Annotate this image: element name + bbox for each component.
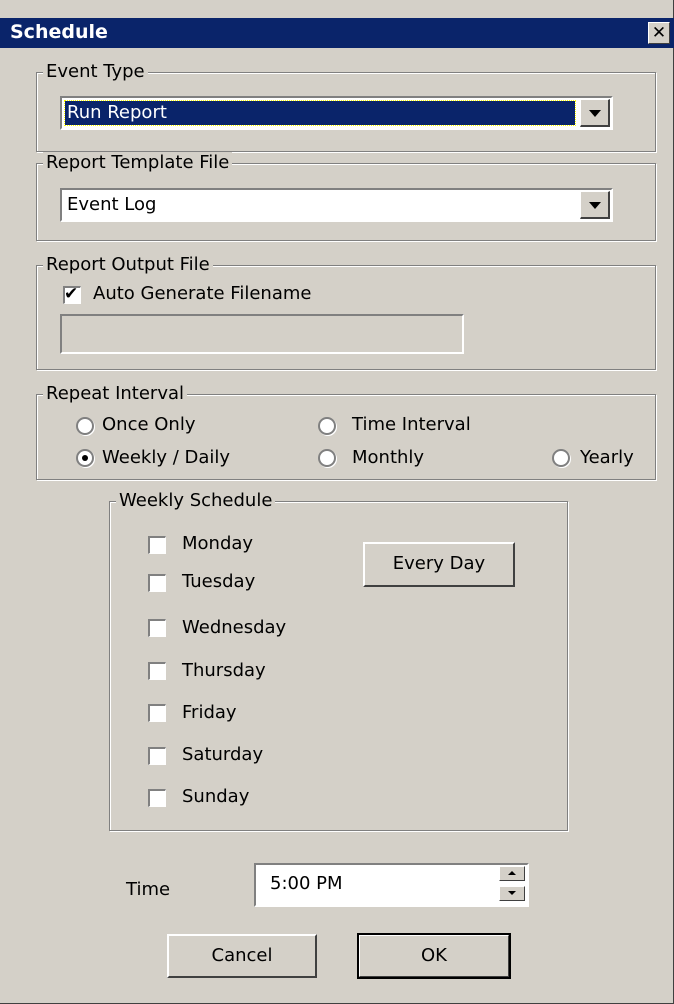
close-icon: ✕ [651,23,667,43]
event-type-value: Run Report [64,100,576,126]
time-spinner[interactable]: 5:00 PM [254,863,529,907]
wednesday-label[interactable]: Wednesday [182,617,286,639]
radio-weekly-daily[interactable] [76,449,94,467]
chevron-up-icon [508,871,516,875]
saturday-label[interactable]: Saturday [182,744,263,766]
weekly-schedule-legend: Weekly Schedule [116,490,276,512]
tuesday-label[interactable]: Tuesday [182,571,255,593]
once-only-label[interactable]: Once Only [102,414,196,436]
time-value[interactable]: 5:00 PM [270,873,343,895]
checkbox-friday[interactable] [148,704,166,722]
auto-generate-label[interactable]: Auto Generate Filename [93,283,311,305]
chevron-down-icon [589,202,601,209]
time-increment-button[interactable] [499,866,525,881]
radio-time-interval[interactable] [318,417,336,435]
friday-label[interactable]: Friday [182,702,237,724]
radio-selected-dot [82,455,88,461]
report-output-legend: Report Output File [43,254,213,276]
report-template-legend: Report Template File [43,152,233,174]
monthly-label[interactable]: Monthly [352,447,424,469]
radio-once-only[interactable] [76,417,94,435]
report-template-dropdown-button[interactable] [580,191,610,219]
monday-label[interactable]: Monday [182,533,253,555]
check-icon: ✔ [64,284,79,304]
checkbox-tuesday[interactable] [148,574,166,592]
chevron-down-icon [589,110,601,117]
report-template-value: Event Log [67,194,157,215]
yearly-label[interactable]: Yearly [580,447,634,469]
ok-button[interactable]: OK [357,933,511,979]
report-template-dropdown[interactable]: Event Log [60,188,613,222]
close-button[interactable]: ✕ [648,22,670,44]
cancel-button[interactable]: Cancel [167,934,317,978]
checkbox-wednesday[interactable] [148,619,166,637]
checkbox-thursday[interactable] [148,662,166,680]
radio-monthly[interactable] [318,449,336,467]
title-bar[interactable]: Schedule ✕ [0,18,674,48]
thursday-label[interactable]: Thursday [182,660,266,682]
sunday-label[interactable]: Sunday [182,786,249,808]
time-label: Time [126,879,171,900]
window-title: Schedule [10,21,108,43]
weekly-daily-label[interactable]: Weekly / Daily [102,447,230,469]
event-type-legend: Event Type [43,61,148,83]
time-interval-label[interactable]: Time Interval [352,414,471,436]
chevron-down-icon [508,891,516,895]
output-filename-field[interactable] [60,314,464,354]
every-day-button[interactable]: Every Day [363,542,515,587]
radio-yearly[interactable] [552,449,570,467]
repeat-interval-legend: Repeat Interval [43,383,188,405]
checkbox-saturday[interactable] [148,747,166,765]
time-decrement-button[interactable] [499,886,525,901]
event-type-dropdown-button[interactable] [580,99,610,127]
report-output-group: Report Output File ✔ Auto Generate Filen… [36,254,656,370]
report-template-group: Report Template File Event Log [36,152,656,241]
weekly-schedule-group: Weekly Schedule Monday Tuesday Wednesday… [109,490,568,831]
checkbox-sunday[interactable] [148,789,166,807]
checkbox-monday[interactable] [148,536,166,554]
schedule-dialog: Schedule ✕ Event Type Run Report Report … [0,0,674,1004]
event-type-dropdown[interactable]: Run Report [60,96,613,130]
auto-generate-checkbox[interactable]: ✔ [63,284,81,304]
event-type-group: Event Type Run Report [36,61,656,152]
repeat-interval-group: Repeat Interval Once Only Time Interval … [36,383,656,480]
